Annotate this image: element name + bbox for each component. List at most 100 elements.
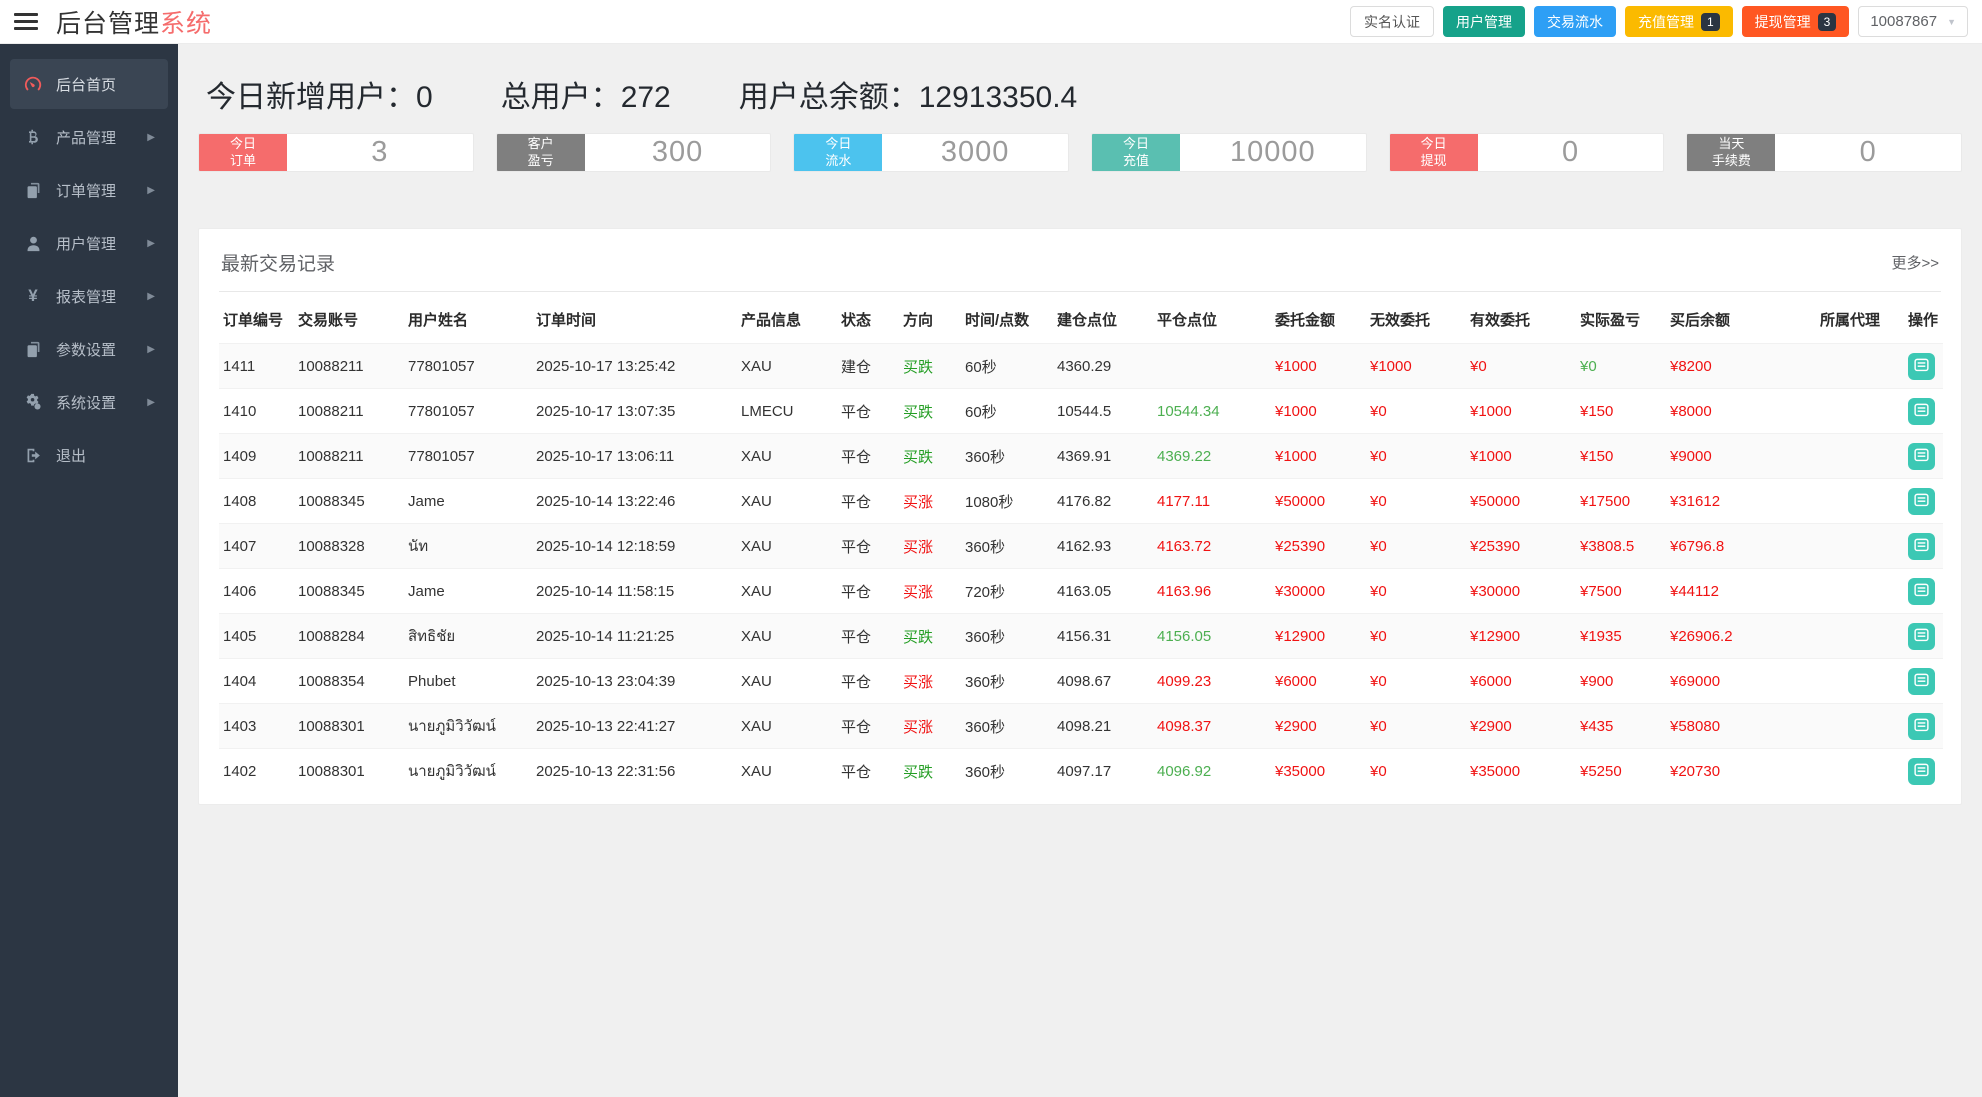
cell-amount: ¥12900 xyxy=(1275,627,1326,645)
cell-invalid: ¥0 xyxy=(1370,582,1387,600)
sidebar-item-orders[interactable]: 订单管理 ▶ xyxy=(10,165,168,215)
row-detail-button[interactable] xyxy=(1908,757,1935,785)
sidebar-item-label: 订单管理 xyxy=(56,182,117,200)
cell-balance: ¥8000 xyxy=(1670,402,1712,420)
table-row: 1408 10088345 Jame 2025-10-14 13:22:46 X… xyxy=(219,478,1943,524)
cell-invalid: ¥0 xyxy=(1370,672,1387,690)
cell-status: 平仓 xyxy=(841,538,872,556)
cell-invalid: ¥0 xyxy=(1370,627,1387,645)
table-row: 1411 10088211 77801057 2025-10-17 13:25:… xyxy=(219,343,1943,389)
cell-username: สิทธิชัย xyxy=(408,628,456,645)
cell-amount: ¥35000 xyxy=(1275,762,1326,780)
cell-product: XAU xyxy=(741,447,772,465)
latest-trades-panel: 最新交易记录 更多>> 订单编号 交易账号 用户姓名 订单时间 产品信息 状态 方向 时间/点… xyxy=(198,228,1962,805)
cell-profit: ¥150 xyxy=(1580,447,1614,465)
trades-button[interactable]: 交易流水 xyxy=(1533,6,1616,37)
sidebar-item-users[interactable]: 用户管理 ▶ xyxy=(10,218,168,268)
cell-duration: 360秒 xyxy=(965,718,1006,736)
withdraw-button[interactable]: 提现管理 3 xyxy=(1741,6,1850,37)
stat-box-label: 今日 流水 xyxy=(794,134,883,171)
cell-open-price: 4163.05 xyxy=(1057,582,1112,600)
sidebar-item-system[interactable]: 系统设置 ▶ xyxy=(10,377,168,427)
account-number: 10087867 xyxy=(1870,13,1938,30)
top-header: 后台管理系统 实名认证 用户管理 交易流水 充值管理 1 提现管理 3 10087867 ▼ xyxy=(0,0,1982,44)
cell-time: 2025-10-13 22:41:27 xyxy=(536,717,676,735)
cell-product: XAU xyxy=(741,357,772,375)
cell-invalid: ¥0 xyxy=(1370,537,1387,555)
cell-direction: 买跌 xyxy=(903,358,934,376)
app-title: 后台管理系统 xyxy=(56,9,213,38)
cell-time: 2025-10-17 13:07:35 xyxy=(536,402,676,420)
list-icon xyxy=(1913,716,1930,736)
sidebar-item-label: 用户管理 xyxy=(56,235,117,253)
row-detail-button[interactable] xyxy=(1908,397,1935,425)
row-detail-button[interactable] xyxy=(1908,622,1935,650)
list-icon xyxy=(1913,491,1930,511)
table-row: 1405 10088284 สิทธิชัย 2025-10-14 11:21:… xyxy=(219,613,1943,659)
stat-box: 今日 充值 10000 xyxy=(1091,133,1367,172)
cell-duration: 360秒 xyxy=(965,538,1006,556)
cell-actions xyxy=(1904,704,1943,749)
stat-box-value: 0 xyxy=(1561,136,1580,168)
cell-close-price: 4156.05 xyxy=(1157,627,1212,645)
cell-username: 77801057 xyxy=(408,447,475,465)
cell-amount: ¥50000 xyxy=(1275,492,1326,510)
list-icon xyxy=(1913,356,1930,376)
more-link[interactable]: 更多>> xyxy=(1891,252,1939,273)
row-detail-button[interactable] xyxy=(1908,577,1935,605)
sidebar-item-logout[interactable]: 退出 xyxy=(10,430,168,480)
column-header: 状态 xyxy=(841,312,872,329)
row-detail-button[interactable] xyxy=(1908,712,1935,740)
row-detail-button[interactable] xyxy=(1908,532,1935,560)
cell-time: 2025-10-14 12:18:59 xyxy=(536,537,676,555)
stat-box-value: 0 xyxy=(1859,136,1877,168)
realname-button[interactable]: 实名认证 xyxy=(1349,6,1434,37)
sidebar-item-products[interactable]: 产品管理 ▶ xyxy=(10,112,168,162)
stat-total-users: 总用户：272 xyxy=(500,81,671,114)
cell-valid: ¥30000 xyxy=(1470,582,1521,600)
cell-account: 10088345 xyxy=(298,582,365,600)
cell-agent xyxy=(1816,344,1904,389)
cell-open-price: 4098.67 xyxy=(1057,672,1112,690)
recharge-button[interactable]: 充值管理 1 xyxy=(1624,6,1733,37)
cell-duration: 60秒 xyxy=(965,403,997,421)
cell-amount: ¥30000 xyxy=(1275,582,1326,600)
cell-valid: ¥0 xyxy=(1470,357,1487,375)
row-detail-button[interactable] xyxy=(1908,352,1935,380)
column-header: 订单时间 xyxy=(536,312,597,329)
cell-agent xyxy=(1816,659,1904,704)
cell-invalid: ¥0 xyxy=(1370,402,1387,420)
cell-product: XAU xyxy=(741,627,772,645)
sidebar-item-reports[interactable]: ¥ 报表管理 ▶ xyxy=(10,271,168,321)
cell-direction: 买跌 xyxy=(903,763,934,781)
cell-close-price: 4096.92 xyxy=(1157,762,1212,780)
cell-close-price xyxy=(1153,344,1271,389)
cell-duration: 60秒 xyxy=(965,358,997,376)
hamburger-menu-icon[interactable] xyxy=(14,9,38,34)
row-detail-button[interactable] xyxy=(1908,667,1935,695)
users-button[interactable]: 用户管理 xyxy=(1442,6,1525,37)
cell-open-price: 4369.91 xyxy=(1057,447,1112,465)
table-row: 1410 10088211 77801057 2025-10-17 13:07:… xyxy=(219,388,1943,434)
cell-username: นัท xyxy=(408,538,429,555)
cell-account: 10088301 xyxy=(298,762,365,780)
sidebar-item-params[interactable]: 参数设置 ▶ xyxy=(10,324,168,374)
cell-agent xyxy=(1816,569,1904,614)
cell-open-price: 4098.21 xyxy=(1057,717,1112,735)
row-detail-button[interactable] xyxy=(1908,442,1935,470)
stat-box-value: 300 xyxy=(651,136,704,168)
column-header: 所属代理 xyxy=(1820,312,1881,329)
cell-agent xyxy=(1816,614,1904,659)
cell-order-id: 1405 xyxy=(223,627,257,645)
cell-valid: ¥2900 xyxy=(1470,717,1512,735)
sidebar-item-home[interactable]: 后台首页 xyxy=(10,59,168,109)
cell-status: 平仓 xyxy=(841,448,872,466)
cell-direction: 买涨 xyxy=(903,538,934,556)
cell-profit: ¥0 xyxy=(1580,357,1597,375)
gears-icon xyxy=(23,393,43,411)
table-header-row: 订单编号 交易账号 用户姓名 订单时间 产品信息 状态 方向 时间/点数 建仓点位 平仓点位 委托金… xyxy=(219,292,1943,344)
cell-direction: 买跌 xyxy=(903,448,934,466)
cell-balance: ¥44112 xyxy=(1670,582,1719,600)
account-dropdown[interactable]: 10087867 ▼ xyxy=(1858,6,1968,37)
row-detail-button[interactable] xyxy=(1908,487,1935,515)
